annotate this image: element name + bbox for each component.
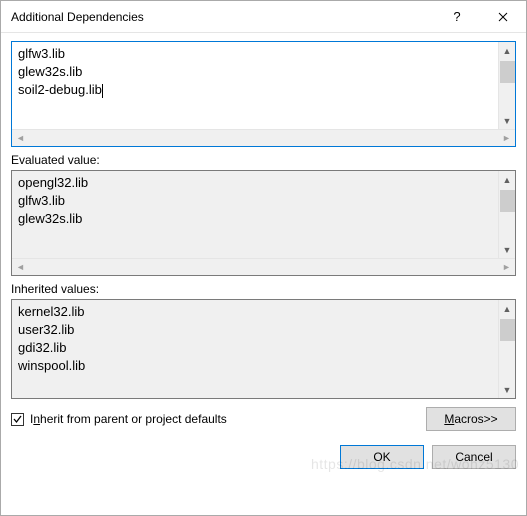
scroll-up-icon[interactable]: ▲ (499, 42, 516, 59)
scroll-thumb[interactable] (500, 61, 515, 83)
options-row: Inherit from parent or project defaults … (11, 407, 516, 431)
scroll-thumb[interactable] (500, 319, 515, 341)
inherit-label[interactable]: Inherit from parent or project defaults (30, 412, 227, 426)
inherited-line: gdi32.lib (18, 339, 492, 357)
vscrollbar[interactable]: ▲ ▼ (498, 171, 515, 258)
titlebar: Additional Dependencies ? (1, 1, 526, 33)
scroll-right-icon[interactable]: ► (498, 259, 515, 276)
dependencies-text[interactable]: glfw3.lib glew32s.lib soil2-debug.lib (12, 42, 498, 129)
scroll-down-icon[interactable]: ▼ (499, 381, 516, 398)
ok-button[interactable]: OK (340, 445, 424, 469)
evaluated-label: Evaluated value: (11, 153, 516, 167)
hscrollbar[interactable]: ◄ ► (12, 258, 515, 275)
evaluated-text: opengl32.lib glfw3.lib glew32s.lib (12, 171, 498, 258)
scroll-up-icon[interactable]: ▲ (499, 171, 516, 188)
scroll-thumb[interactable] (500, 190, 515, 212)
evaluated-line: opengl32.lib (18, 174, 492, 192)
close-icon (498, 12, 508, 22)
inherit-checkbox[interactable] (11, 413, 24, 426)
scroll-left-icon[interactable]: ◄ (12, 130, 29, 147)
dep-line: glfw3.lib (18, 45, 492, 63)
scroll-up-icon[interactable]: ▲ (499, 300, 516, 317)
vscrollbar[interactable]: ▲ ▼ (498, 300, 515, 398)
evaluated-line: glfw3.lib (18, 192, 492, 210)
dep-line: soil2-debug.lib (18, 81, 492, 99)
evaluated-line: glew32s.lib (18, 210, 492, 228)
text-caret (102, 84, 103, 98)
dep-line: glew32s.lib (18, 63, 492, 81)
inherited-line: kernel32.lib (18, 303, 492, 321)
scroll-down-icon[interactable]: ▼ (499, 241, 516, 258)
inherited-text: kernel32.lib user32.lib gdi32.lib winspo… (12, 300, 498, 398)
inherited-list: kernel32.lib user32.lib gdi32.lib winspo… (11, 299, 516, 399)
cancel-button[interactable]: Cancel (432, 445, 516, 469)
hscrollbar[interactable]: ◄ ► (12, 129, 515, 146)
check-icon (12, 414, 23, 425)
dialog-buttons: OK Cancel (11, 445, 516, 469)
evaluated-list: opengl32.lib glfw3.lib glew32s.lib ▲ ▼ ◄… (11, 170, 516, 276)
macros-button[interactable]: Macros>> (426, 407, 516, 431)
close-button[interactable] (480, 1, 526, 33)
scroll-left-icon[interactable]: ◄ (12, 259, 29, 276)
help-button[interactable]: ? (434, 1, 480, 33)
inherited-line: user32.lib (18, 321, 492, 339)
dependencies-editor[interactable]: glfw3.lib glew32s.lib soil2-debug.lib ▲ … (11, 41, 516, 147)
dialog-content: glfw3.lib glew32s.lib soil2-debug.lib ▲ … (1, 33, 526, 515)
window-title: Additional Dependencies (11, 10, 434, 24)
vscrollbar[interactable]: ▲ ▼ (498, 42, 515, 129)
inherited-label: Inherited values: (11, 282, 516, 296)
dialog-window: Additional Dependencies ? glfw3.lib glew… (0, 0, 527, 516)
inherited-line: winspool.lib (18, 357, 492, 375)
scroll-right-icon[interactable]: ► (498, 130, 515, 147)
scroll-down-icon[interactable]: ▼ (499, 112, 516, 129)
